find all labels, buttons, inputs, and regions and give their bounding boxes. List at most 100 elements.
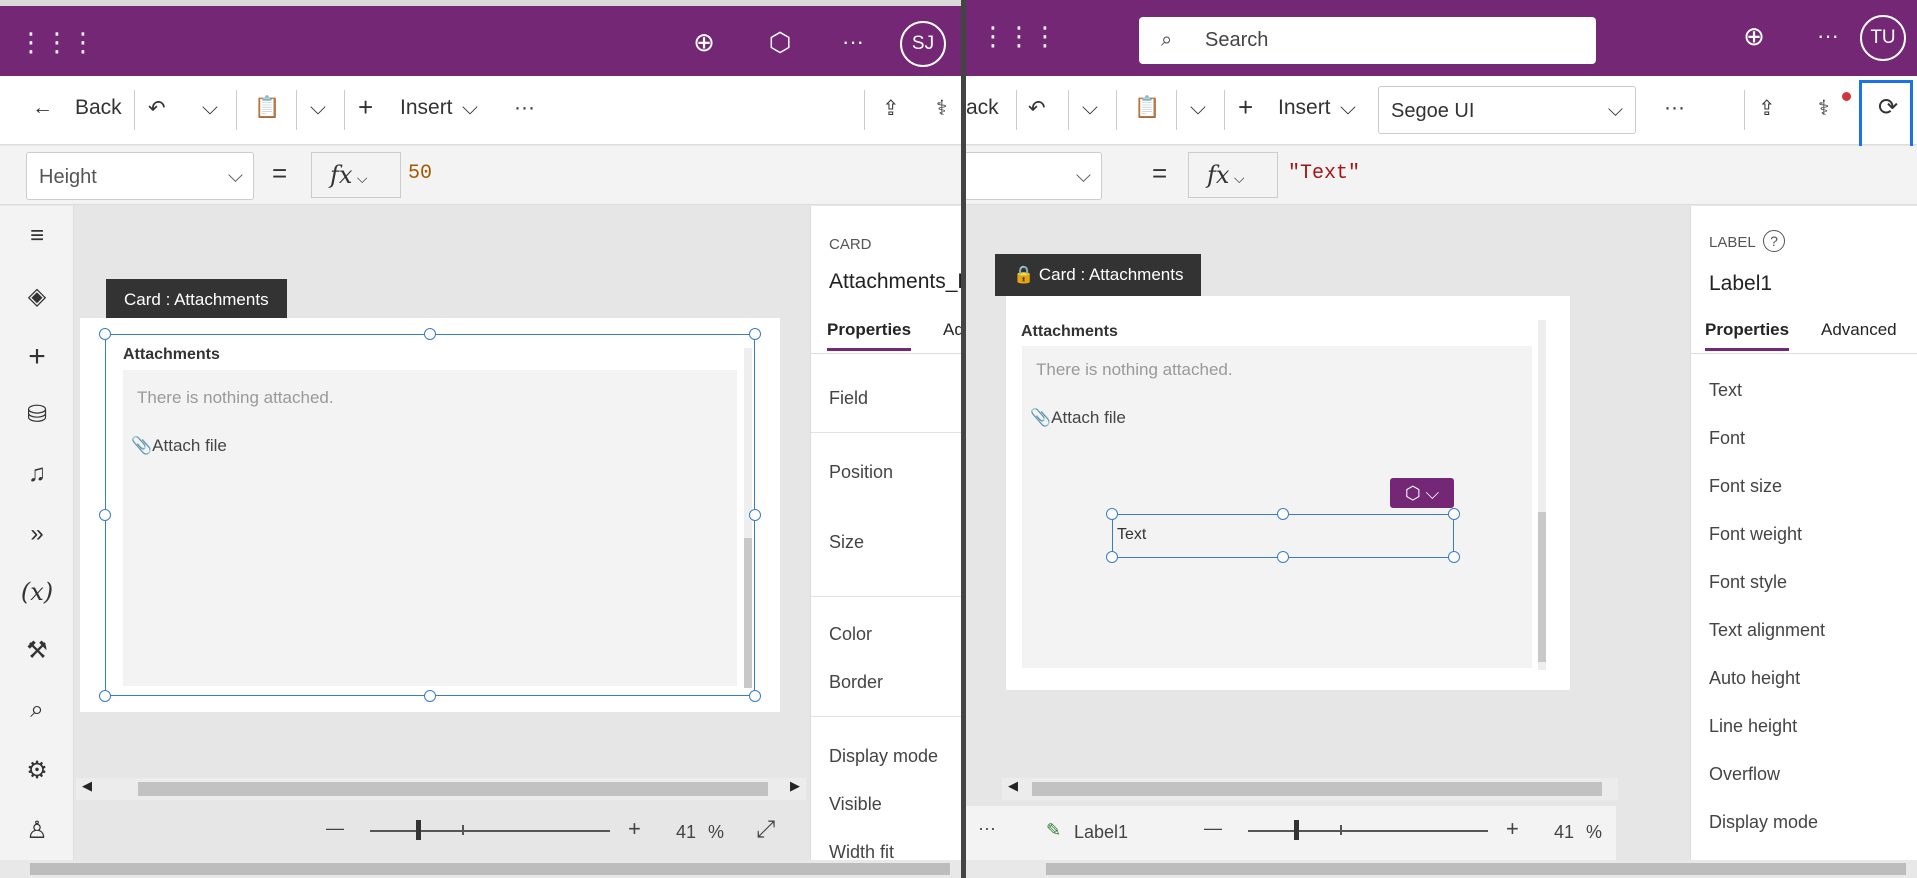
settings-icon[interactable]: ⚙ — [0, 756, 74, 785]
resize-handle[interactable] — [1106, 508, 1118, 520]
zoom-slider-thumb[interactable] — [1294, 820, 1299, 840]
back-button[interactable]: ack — [966, 96, 999, 120]
tab-properties[interactable]: Properties — [1705, 320, 1790, 351]
prop-border[interactable]: Border — [829, 672, 883, 693]
app-checker-icon[interactable]: ⚕ — [936, 96, 947, 121]
fit-to-window-icon[interactable]: ⤢ — [756, 816, 775, 844]
prop-font[interactable]: Font — [1709, 428, 1745, 449]
tab-properties[interactable]: Properties — [827, 320, 912, 351]
attachments-card[interactable]: Attachments There is nothing attached. 📎… — [1006, 296, 1570, 690]
resize-handle[interactable] — [1277, 551, 1289, 563]
plus-icon[interactable]: + — [1238, 92, 1253, 123]
prop-auto-height[interactable]: Auto height — [1709, 668, 1800, 689]
font-dropdown[interactable]: Segoe UI ⌵ — [1378, 86, 1636, 134]
resize-handle[interactable] — [99, 690, 111, 702]
property-dropdown[interactable]: ⌵ — [966, 152, 1102, 200]
plus-icon[interactable]: + — [358, 92, 373, 123]
search-box[interactable]: ⌕ Search — [1139, 17, 1596, 64]
chevron-down-icon[interactable]: ⌵ — [1340, 96, 1356, 120]
more-button[interactable]: ··· — [978, 818, 996, 839]
undo-icon[interactable]: ↶ — [148, 96, 166, 121]
variables-icon[interactable]: (x) — [0, 578, 74, 606]
resize-handle[interactable] — [1448, 508, 1460, 520]
fx-button[interactable]: fx ⌵ — [1188, 152, 1278, 198]
environment-icon[interactable]: ⊕ — [686, 24, 722, 60]
more-button[interactable]: ··· — [514, 96, 535, 120]
scroll-thumb[interactable] — [138, 782, 768, 796]
search-icon[interactable]: ⌕ — [0, 696, 74, 724]
chevron-down-icon[interactable]: ⌵ — [202, 96, 218, 120]
selected-control-name[interactable]: Label1 — [1074, 822, 1128, 843]
attach-file-link[interactable]: 📎Attach file — [1030, 408, 1126, 428]
vertical-scrollbar[interactable] — [1538, 320, 1546, 670]
zoom-out-button[interactable]: — — [1204, 818, 1222, 839]
avatar[interactable]: SJ — [900, 21, 946, 67]
tools-icon[interactable]: ⚒ — [0, 636, 74, 665]
zoom-slider[interactable] — [370, 830, 610, 832]
tab-advanced[interactable]: Advanced — [1821, 320, 1897, 340]
window-horizontal-scrollbar[interactable] — [966, 860, 1917, 878]
insert-icon[interactable]: + — [0, 340, 74, 374]
scroll-thumb[interactable] — [1032, 782, 1602, 796]
power-automate-icon[interactable]: » — [0, 520, 74, 548]
zoom-out-button[interactable]: — — [326, 818, 344, 839]
more-icon[interactable]: ··· — [835, 24, 871, 60]
canvas-horizontal-scrollbar[interactable]: ◀ — [1002, 778, 1618, 800]
window-horizontal-scrollbar[interactable] — [0, 860, 961, 878]
property-dropdown[interactable]: Height ⌵ — [26, 152, 254, 200]
resize-handle[interactable] — [424, 328, 436, 340]
insert-button[interactable]: Insert — [400, 96, 453, 120]
avatar[interactable]: TU — [1860, 15, 1906, 61]
back-button[interactable]: Back — [75, 96, 122, 120]
more-button[interactable]: ··· — [1664, 96, 1685, 120]
app-launcher-icon[interactable]: ⋮⋮⋮ — [980, 18, 1058, 54]
attachments-area[interactable]: There is nothing attached. 📎Attach file — [1022, 346, 1532, 668]
prop-position[interactable]: Position — [829, 462, 893, 483]
prop-font-weight[interactable]: Font weight — [1709, 524, 1802, 545]
chevron-down-icon[interactable]: ⌵ — [462, 96, 478, 120]
fx-button[interactable]: fx ⌵ — [311, 152, 401, 198]
prop-display-mode[interactable]: Display mode — [829, 746, 938, 767]
prop-font-size[interactable]: Font size — [1709, 476, 1782, 497]
scroll-left-icon[interactable]: ◀ — [1008, 778, 1018, 794]
prop-font-style[interactable]: Font style — [1709, 572, 1787, 593]
media-icon[interactable]: ♫ — [0, 460, 74, 488]
scroll-right-icon[interactable]: ▶ — [790, 778, 800, 794]
resize-handle[interactable] — [749, 328, 761, 340]
share-icon[interactable]: ⇪ — [882, 96, 900, 121]
more-icon[interactable]: ··· — [1810, 18, 1846, 54]
prop-line-height[interactable]: Line height — [1709, 716, 1797, 737]
data-icon[interactable]: ⛁ — [0, 400, 74, 429]
app-checker-icon[interactable]: ⚕ — [1818, 96, 1829, 121]
zoom-slider[interactable] — [1248, 830, 1488, 832]
resize-handle[interactable] — [99, 509, 111, 521]
prop-size[interactable]: Size — [829, 532, 864, 553]
virtual-agent-icon[interactable]: ♙ — [0, 816, 74, 845]
zoom-slider-thumb[interactable] — [416, 820, 421, 840]
prop-field[interactable]: Field — [829, 388, 868, 409]
copilot-icon[interactable]: ⬡ — [762, 24, 798, 60]
app-launcher-icon[interactable]: ⋮⋮⋮ — [18, 24, 96, 60]
prop-text-alignment[interactable]: Text alignment — [1709, 620, 1825, 641]
resize-handle[interactable] — [1106, 551, 1118, 563]
paste-icon[interactable]: 📋 — [1134, 96, 1160, 120]
zoom-in-button[interactable]: + — [628, 816, 641, 842]
resize-handle[interactable] — [1277, 508, 1289, 520]
resize-handle[interactable] — [749, 509, 761, 521]
chevron-down-icon[interactable]: ⌵ — [1190, 96, 1206, 120]
help-icon[interactable]: ? — [1763, 230, 1785, 252]
prop-color[interactable]: Color — [829, 624, 872, 645]
chevron-down-icon[interactable]: ⌵ — [310, 96, 326, 120]
layers-icon[interactable]: ◈ — [0, 282, 74, 311]
prop-visible[interactable]: Visible — [829, 794, 882, 815]
back-arrow-icon[interactable]: ← — [32, 96, 53, 120]
scroll-thumb[interactable] — [30, 863, 950, 875]
prop-text[interactable]: Text — [1709, 380, 1742, 401]
menu-icon[interactable]: ≡ — [0, 222, 74, 250]
formula-input[interactable]: "Text" — [1288, 162, 1360, 185]
canvas-horizontal-scrollbar[interactable]: ◀ ▶ — [76, 778, 806, 800]
environment-icon[interactable]: ⊕ — [1736, 18, 1772, 54]
undo-icon[interactable]: ↶ — [1028, 96, 1046, 121]
prop-overflow[interactable]: Overflow — [1709, 764, 1780, 785]
copilot-control-button[interactable]: ⬡ ⌵ — [1390, 478, 1454, 508]
